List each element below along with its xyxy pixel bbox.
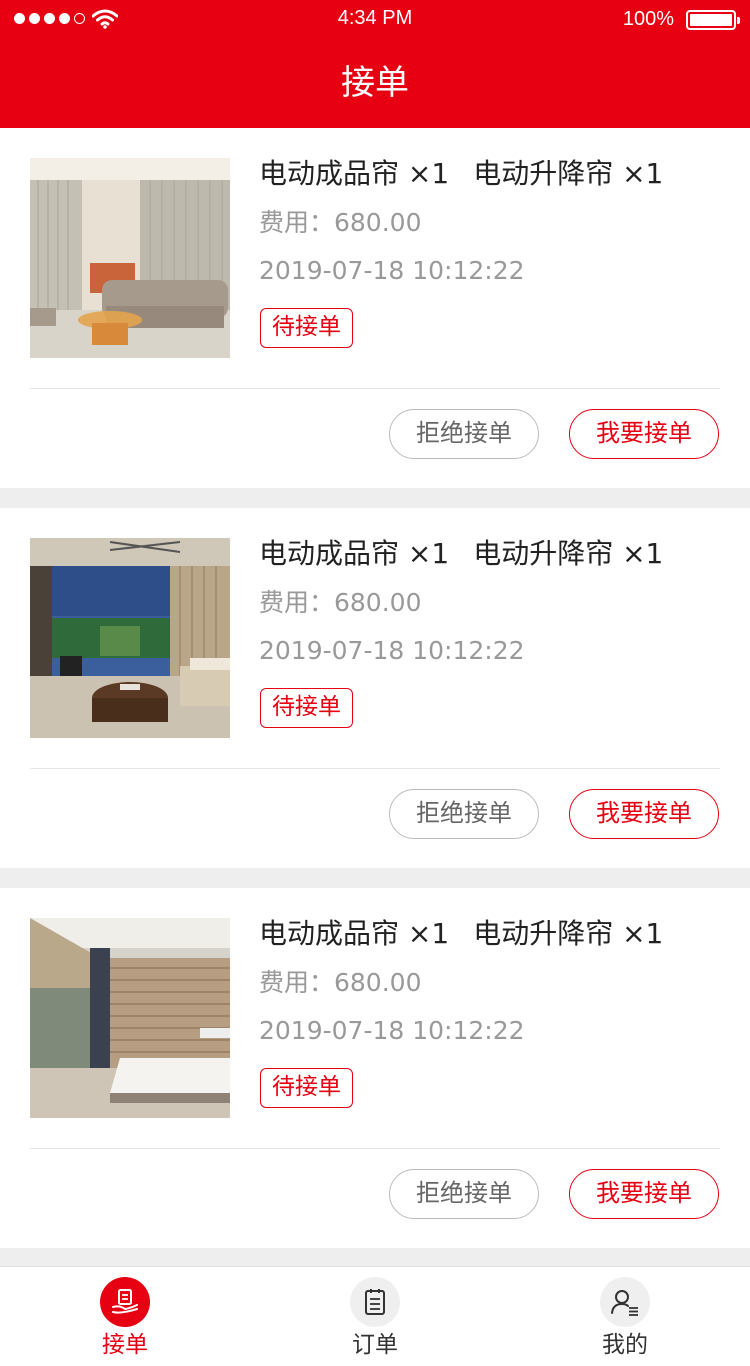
tab-orders[interactable]: 订单 bbox=[250, 1267, 500, 1366]
order-date: 2019-07-18 10:12:22 bbox=[259, 1016, 525, 1045]
hand-document-icon bbox=[100, 1277, 150, 1327]
status-badge: 待接单 bbox=[260, 308, 353, 348]
status-bar: 4:34 PM 100% bbox=[0, 0, 750, 40]
order-fee: 费用：680.00 bbox=[259, 588, 422, 617]
order-thumbnail-image bbox=[30, 158, 230, 358]
order-thumbnail-image bbox=[30, 538, 230, 738]
tab-label: 订单 bbox=[352, 1332, 398, 1358]
order-card: 电动成品帘 ×1 电动升降帘 ×1 费用：680.00 2019-07-18 10… bbox=[0, 888, 750, 1248]
order-item: 电动升降帘 ×1 bbox=[473, 917, 664, 950]
accept-order-button[interactable]: 我要接单 bbox=[569, 789, 719, 839]
reject-order-button[interactable]: 拒绝接单 bbox=[389, 409, 539, 459]
divider bbox=[30, 388, 720, 389]
accept-order-button[interactable]: 我要接单 bbox=[569, 409, 719, 459]
battery-icon bbox=[686, 10, 740, 30]
order-fee: 费用：680.00 bbox=[259, 968, 422, 997]
status-badge: 待接单 bbox=[260, 688, 353, 728]
reject-order-button[interactable]: 拒绝接单 bbox=[389, 1169, 539, 1219]
tab-accept-orders[interactable]: 接单 bbox=[0, 1267, 250, 1366]
list-document-icon bbox=[350, 1277, 400, 1327]
order-date: 2019-07-18 10:12:22 bbox=[259, 636, 525, 665]
status-badge: 待接单 bbox=[260, 1068, 353, 1108]
tab-profile[interactable]: 我的 bbox=[500, 1267, 750, 1366]
reject-order-button[interactable]: 拒绝接单 bbox=[389, 789, 539, 839]
divider bbox=[30, 768, 720, 769]
order-card: 电动成品帘 ×1 电动升降帘 ×1 费用：680.00 2019-07-18 10… bbox=[0, 508, 750, 868]
tab-label: 接单 bbox=[102, 1332, 148, 1358]
header: 4:34 PM 100% 接单 bbox=[0, 0, 750, 128]
order-fee: 费用：680.00 bbox=[259, 208, 422, 237]
order-items: 电动成品帘 ×1 电动升降帘 ×1 bbox=[259, 156, 663, 192]
order-items: 电动成品帘 ×1 电动升降帘 ×1 bbox=[259, 536, 663, 572]
order-items: 电动成品帘 ×1 电动升降帘 ×1 bbox=[259, 916, 663, 952]
order-date: 2019-07-18 10:12:22 bbox=[259, 256, 525, 285]
order-item: 电动成品帘 ×1 bbox=[259, 537, 450, 570]
bottom-tab-bar: 接单 订单 我的 bbox=[0, 1266, 750, 1366]
order-thumbnail-image bbox=[30, 918, 230, 1118]
order-item: 电动成品帘 ×1 bbox=[259, 157, 450, 190]
page-title: 接单 bbox=[341, 63, 409, 103]
order-item: 电动升降帘 ×1 bbox=[473, 157, 664, 190]
accept-order-button[interactable]: 我要接单 bbox=[569, 1169, 719, 1219]
order-card: 电动成品帘 ×1 电动升降帘 ×1 费用：680.00 2019-07-18 10… bbox=[0, 128, 750, 488]
order-item: 电动成品帘 ×1 bbox=[259, 917, 450, 950]
divider bbox=[30, 1148, 720, 1149]
order-item: 电动升降帘 ×1 bbox=[473, 537, 664, 570]
battery-percentage: 100% bbox=[622, 8, 674, 30]
user-profile-icon bbox=[600, 1277, 650, 1327]
tab-label: 我的 bbox=[602, 1332, 648, 1358]
